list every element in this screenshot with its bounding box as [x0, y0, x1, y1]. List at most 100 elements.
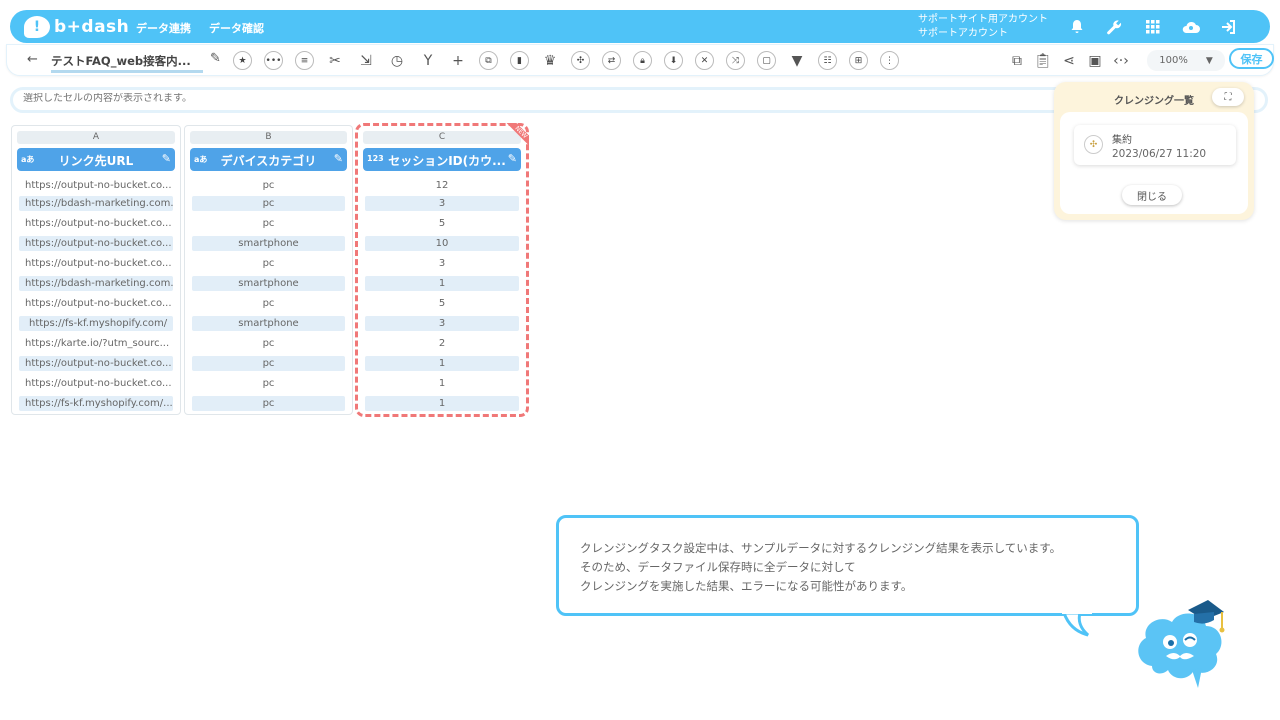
code-icon[interactable]: ‹·›: [1111, 51, 1131, 71]
split-icon[interactable]: ⋮: [880, 51, 899, 70]
notice-bubble: クレンジングタスク設定中は、サンプルデータに対するクレンジング結果を表示していま…: [556, 515, 1139, 616]
column-b: B aあ デバイスカテゴリ ✎ pc pc pc smartphone pc s…: [184, 125, 353, 415]
table-cell[interactable]: smartphone: [192, 276, 345, 291]
new-badge-text: NEW: [504, 123, 529, 149]
column-letter[interactable]: B: [190, 131, 347, 144]
lock-icon[interactable]: 🔒︎: [633, 51, 652, 70]
share-icon[interactable]: ⋖: [1059, 51, 1079, 71]
notice-line-1: クレンジングタスク設定中は、サンプルデータに対するクレンジング結果を表示していま…: [580, 541, 1062, 555]
table-cell[interactable]: pc: [192, 196, 345, 211]
column-title: デバイスカテゴリ: [220, 154, 317, 168]
column-header[interactable]: aあ リンク先URL ✎: [17, 148, 175, 171]
list-icon[interactable]: ≡: [295, 51, 314, 70]
plus-icon[interactable]: +: [448, 51, 468, 71]
delete-icon[interactable]: ▮: [510, 51, 529, 70]
notice-line-3: クレンジングを実施した結果、エラーになる可能性があります。: [580, 579, 913, 593]
timer-icon[interactable]: ◷: [387, 51, 407, 71]
table-cell[interactable]: pc: [192, 256, 345, 271]
shrink-icon[interactable]: ✣: [571, 51, 590, 70]
table-cell[interactable]: pc: [192, 296, 345, 311]
table-cell[interactable]: pc: [192, 178, 345, 193]
account-info[interactable]: サポートサイト用アカウント サポートアカウント: [918, 13, 1048, 41]
table-cell[interactable]: pc: [192, 376, 345, 391]
table-cell[interactable]: pc: [192, 396, 345, 411]
logo[interactable]: ! b+dash: [24, 15, 129, 39]
bell-icon[interactable]: [1066, 16, 1088, 38]
nav-data-link[interactable]: データ連携: [136, 20, 191, 36]
cloud-user-icon[interactable]: [1180, 16, 1202, 38]
copy-icon[interactable]: ⧉: [479, 51, 498, 70]
cell-content-input[interactable]: [23, 93, 1023, 104]
table-cell[interactable]: https://output-no-bucket.co...: [19, 178, 173, 193]
column-letter[interactable]: A: [17, 131, 175, 144]
logout-icon[interactable]: [1218, 16, 1240, 38]
repeat-icon[interactable]: ⇄: [602, 51, 621, 70]
rename-pencil-icon[interactable]: ✎: [210, 51, 221, 66]
table-cell[interactable]: https://bdash-marketing.com...: [19, 276, 173, 291]
table-cell[interactable]: https://output-no-bucket.co...: [19, 296, 173, 311]
cleansing-list-panel: クレンジング一覧 ⛶ ✣ 集約 2023/06/27 11:20 閉じる: [1054, 82, 1254, 220]
file-name[interactable]: テストFAQ_web接客内...: [51, 53, 203, 73]
cleansing-item-date: 2023/06/27 11:20: [1112, 148, 1207, 160]
clipboard-icon[interactable]: 📋︎: [1033, 51, 1053, 71]
text-icon[interactable]: ☷: [818, 51, 837, 70]
filter-icon[interactable]: ▼: [787, 51, 807, 71]
table-cell[interactable]: https://bdash-marketing.com...: [19, 196, 173, 211]
star-icon[interactable]: ★: [233, 51, 252, 70]
cleansing-item-name: 集約: [1112, 135, 1132, 146]
close-button[interactable]: 閉じる: [1122, 185, 1182, 205]
aggregate-icon: ✣: [1084, 135, 1103, 154]
merge-icon[interactable]: ⇲: [356, 51, 376, 71]
column-title: リンク先URL: [58, 154, 134, 168]
grid-icon[interactable]: [1142, 16, 1164, 38]
notice-line-2: そのため、データファイル保存時に全データに対して: [580, 560, 856, 574]
table-icon[interactable]: ⊞: [849, 51, 868, 70]
table-cell[interactable]: https://output-no-bucket.co...: [19, 236, 173, 251]
tools-icon[interactable]: ✂: [325, 51, 345, 71]
zoom-select[interactable]: 100% ▼: [1147, 50, 1225, 71]
shuffle-icon[interactable]: ⤨: [726, 51, 745, 70]
save-button[interactable]: 保存: [1229, 48, 1274, 69]
editor-toolbar: ← テストFAQ_web接客内... ✎ ★ ••• ≡ ✂ ⇲ ◷ Y + ⧉…: [6, 44, 1274, 76]
nav-data-check[interactable]: データ確認: [209, 20, 264, 36]
edit-pencil-icon[interactable]: ✎: [334, 152, 343, 165]
account-line-2: サポートアカウント: [918, 28, 1008, 39]
logo-mark-icon: !: [24, 16, 50, 38]
table-cell[interactable]: https://output-no-bucket.co...: [19, 216, 173, 231]
table-cell[interactable]: pc: [192, 356, 345, 371]
notice-text: クレンジングタスク設定中は、サンプルデータに対するクレンジング結果を表示していま…: [580, 539, 1061, 596]
table-cell[interactable]: https://karte.io/?utm_sourc...: [19, 336, 173, 351]
table-cell[interactable]: https://output-no-bucket.co...: [19, 356, 173, 371]
back-arrow-icon[interactable]: ←: [27, 52, 38, 67]
table-cell[interactable]: https://fs-kf.myshopify.com/...: [19, 396, 173, 411]
more-icon[interactable]: •••: [264, 51, 283, 70]
flow-icon[interactable]: ⧉: [1007, 51, 1027, 71]
zoom-value: 100%: [1159, 55, 1188, 66]
file-search-icon[interactable]: ▣: [1085, 51, 1105, 71]
frame-icon[interactable]: ▢: [757, 51, 776, 70]
column-header[interactable]: aあ デバイスカテゴリ ✎: [190, 148, 347, 171]
cleansing-item[interactable]: ✣ 集約 2023/06/27 11:20: [1074, 125, 1236, 165]
table-cell[interactable]: https://fs-kf.myshopify.com/: [19, 316, 173, 331]
table-cell[interactable]: smartphone: [192, 316, 345, 331]
chevron-down-icon: ▼: [1205, 55, 1213, 66]
top-header: ! b+dash データ連携 データ確認 サポートサイト用アカウント サポートア…: [10, 10, 1270, 43]
branch-icon[interactable]: Y: [418, 51, 438, 71]
wrench-icon[interactable]: [1103, 16, 1125, 38]
crown-icon[interactable]: ♛: [540, 51, 560, 71]
table-cell[interactable]: https://output-no-bucket.co...: [19, 376, 173, 391]
table-cell[interactable]: smartphone: [192, 236, 345, 251]
table-cell[interactable]: pc: [192, 216, 345, 231]
expand-icon[interactable]: ⛶: [1212, 88, 1244, 106]
panel-title: クレンジング一覧: [1114, 96, 1194, 107]
table-cell[interactable]: pc: [192, 336, 345, 351]
table-cell[interactable]: https://output-no-bucket.co...: [19, 256, 173, 271]
new-badge: NEW: [503, 123, 529, 149]
close-circle-icon[interactable]: ✕: [695, 51, 714, 70]
edit-pencil-icon[interactable]: ✎: [162, 152, 171, 165]
column-a: A aあ リンク先URL ✎ https://output-no-bucket.…: [11, 125, 181, 415]
account-line-1: サポートサイト用アカウント: [918, 14, 1048, 25]
new-column-highlight: [355, 123, 529, 417]
bubble-tail: [1062, 610, 1092, 637]
download-icon[interactable]: ⬇: [664, 51, 683, 70]
